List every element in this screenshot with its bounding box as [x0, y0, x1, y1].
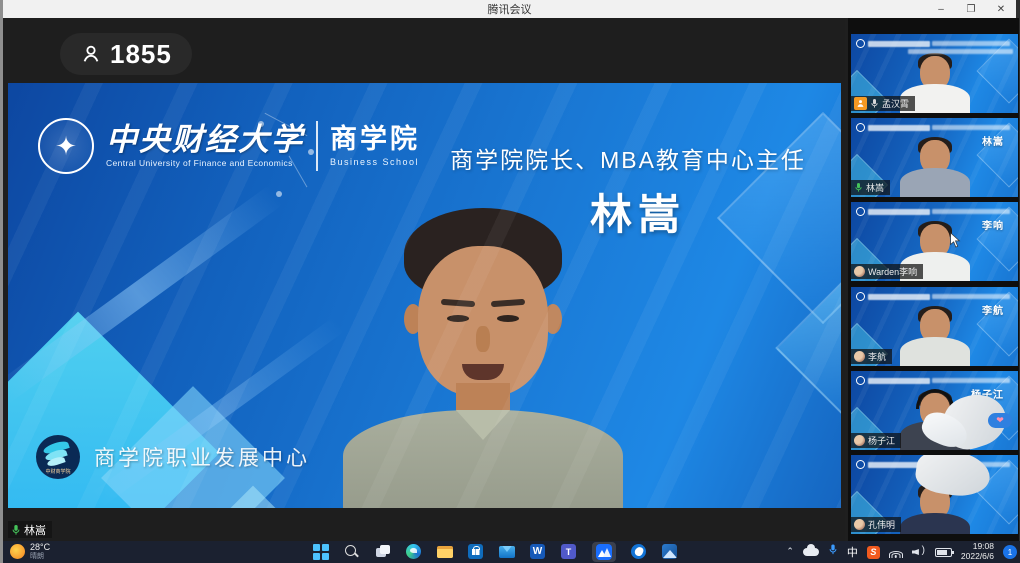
participant-name: 林嵩: [866, 181, 884, 194]
window-title: 腾讯会议: [488, 1, 532, 17]
sogou-input-icon[interactable]: S: [867, 546, 880, 559]
speaker-video-person: [338, 218, 628, 508]
thumb-bg-name: 林嵩: [982, 133, 1004, 148]
mouse-cursor: [949, 232, 961, 248]
app-window: 腾讯会议 – ❐ ✕ 1855: [0, 0, 1020, 563]
thumb-logo-icon: [856, 460, 865, 469]
windows-taskbar: 28°C 晴朗 W T ⌃: [3, 541, 1020, 563]
participant-avatar: [854, 435, 865, 446]
tray-microphone-icon[interactable]: [828, 543, 838, 561]
window-controls: – ❐ ✕: [934, 0, 1008, 18]
participant-name-label: 孟汉霄: [851, 96, 915, 111]
participant-name: 杨子江: [868, 434, 895, 447]
university-name-en: Central University of Finance and Econom…: [106, 159, 304, 168]
thumb-logo-icon: [856, 39, 865, 48]
participant-tile[interactable]: 孔伟明: [851, 455, 1018, 534]
participant-name: 李航: [868, 350, 886, 363]
microphone-icon: [11, 524, 21, 536]
participant-name-label: 杨子江: [851, 433, 901, 448]
school-name-en: Business School: [330, 158, 420, 167]
main-video-name-label: 林嵩: [8, 521, 52, 538]
participant-name-label: 孔伟明: [851, 517, 901, 532]
hand-raised-icon: [854, 97, 867, 110]
file-explorer-icon[interactable]: [437, 544, 453, 560]
main-name-text: 林嵩: [24, 522, 46, 538]
task-view-icon[interactable]: [375, 544, 391, 560]
start-button-icon[interactable]: [313, 544, 329, 560]
participant-tile[interactable]: 孟汉霄: [851, 34, 1018, 113]
volume-icon[interactable]: [912, 546, 926, 558]
clock-widget[interactable]: 19:08 2022/6/6: [961, 542, 994, 562]
main-video[interactable]: 中央财经大学 Central University of Finance and…: [8, 83, 841, 508]
weather-temp: 28°C: [30, 543, 50, 553]
participant-sidebar: 孟汉霄 林嵩 林嵩 李响: [848, 18, 1019, 541]
participant-tile[interactable]: 李航 李航: [851, 287, 1018, 366]
footer-logo-text: 中财商学院: [36, 468, 80, 475]
thumb-logo-icon: [856, 123, 865, 132]
thumb-logo-icon: [856, 207, 865, 216]
ime-indicator[interactable]: 中: [847, 544, 858, 560]
slide-streak: [8, 185, 283, 404]
university-name-cn: 中央财经大学: [106, 124, 304, 155]
microphone-icon: [854, 182, 863, 193]
participants-icon: [80, 43, 102, 65]
teams-icon[interactable]: T: [561, 544, 577, 560]
university-emblem-icon: [38, 118, 94, 174]
word-icon[interactable]: W: [530, 544, 546, 560]
school-footer-logo-icon: 中财商学院: [36, 435, 80, 479]
battery-icon[interactable]: [935, 548, 952, 557]
tray-expand-icon[interactable]: ⌃: [786, 546, 794, 557]
microsoft-store-icon[interactable]: [468, 544, 484, 560]
meeting-stage: 1855 中央财经大学 Central University of Financ…: [3, 18, 845, 541]
career-center-text: 商学院职业发展中心: [94, 442, 310, 472]
onedrive-icon[interactable]: [803, 548, 819, 556]
speaker-role-title: 商学院院长、MBA教育中心主任: [428, 141, 828, 175]
participant-avatar: [854, 266, 865, 277]
wifi-icon[interactable]: [889, 547, 903, 558]
participant-count: 1855: [110, 39, 172, 70]
participant-name-label: 李航: [851, 349, 892, 364]
edge-icon[interactable]: [406, 544, 422, 560]
weather-condition: 晴朗: [30, 553, 50, 561]
microphone-icon: [870, 98, 879, 109]
taskbar-center-icons: W T: [313, 541, 678, 563]
participant-name: 孔伟明: [868, 518, 895, 531]
thumb-bg-name: 李航: [982, 302, 1004, 317]
participant-name: 孟汉霄: [882, 97, 909, 110]
notification-badge[interactable]: 1: [1003, 545, 1017, 559]
school-name-cn: 商学院: [330, 126, 420, 153]
restore-button[interactable]: ❐: [964, 4, 978, 15]
thumb-logo-icon: [856, 376, 865, 385]
browser-app-icon[interactable]: [631, 544, 647, 560]
slide-footer: 中财商学院 商学院职业发展中心: [36, 435, 310, 479]
tray-date: 2022/6/6: [961, 552, 994, 562]
participant-avatar: [854, 519, 865, 530]
participant-tile[interactable]: 杨子江 ❤ 杨子江: [851, 371, 1018, 450]
circuit-decoration: [276, 191, 282, 197]
close-button[interactable]: ✕: [994, 4, 1008, 15]
participant-count-pill[interactable]: 1855: [60, 33, 192, 75]
heart-reaction: ❤: [988, 413, 1012, 428]
participant-avatar: [854, 351, 865, 362]
participant-tile[interactable]: 李响 Warden李响: [851, 202, 1018, 281]
minimize-button[interactable]: –: [934, 4, 948, 15]
participant-name-label: 林嵩: [851, 180, 890, 195]
photos-icon[interactable]: [662, 544, 678, 560]
search-icon[interactable]: [344, 544, 360, 560]
mail-icon[interactable]: [499, 544, 515, 560]
logo-divider: [316, 121, 318, 171]
university-logo-block: 中央财经大学 Central University of Finance and…: [38, 118, 420, 174]
weather-sun-icon: [10, 544, 25, 559]
system-tray: ⌃ 中 S 19:08 2022/6/6 1: [786, 541, 1017, 563]
tencent-meeting-icon-active[interactable]: [592, 542, 616, 562]
participant-name: Warden李响: [868, 265, 917, 278]
thumb-logo-icon: [856, 292, 865, 301]
titlebar: 腾讯会议 – ❐ ✕: [3, 0, 1016, 18]
participant-tile[interactable]: 林嵩 林嵩: [851, 118, 1018, 197]
weather-widget[interactable]: 28°C 晴朗: [10, 543, 50, 561]
participant-name-label: Warden李响: [851, 264, 923, 279]
thumb-bg-name: 李响: [982, 217, 1004, 232]
